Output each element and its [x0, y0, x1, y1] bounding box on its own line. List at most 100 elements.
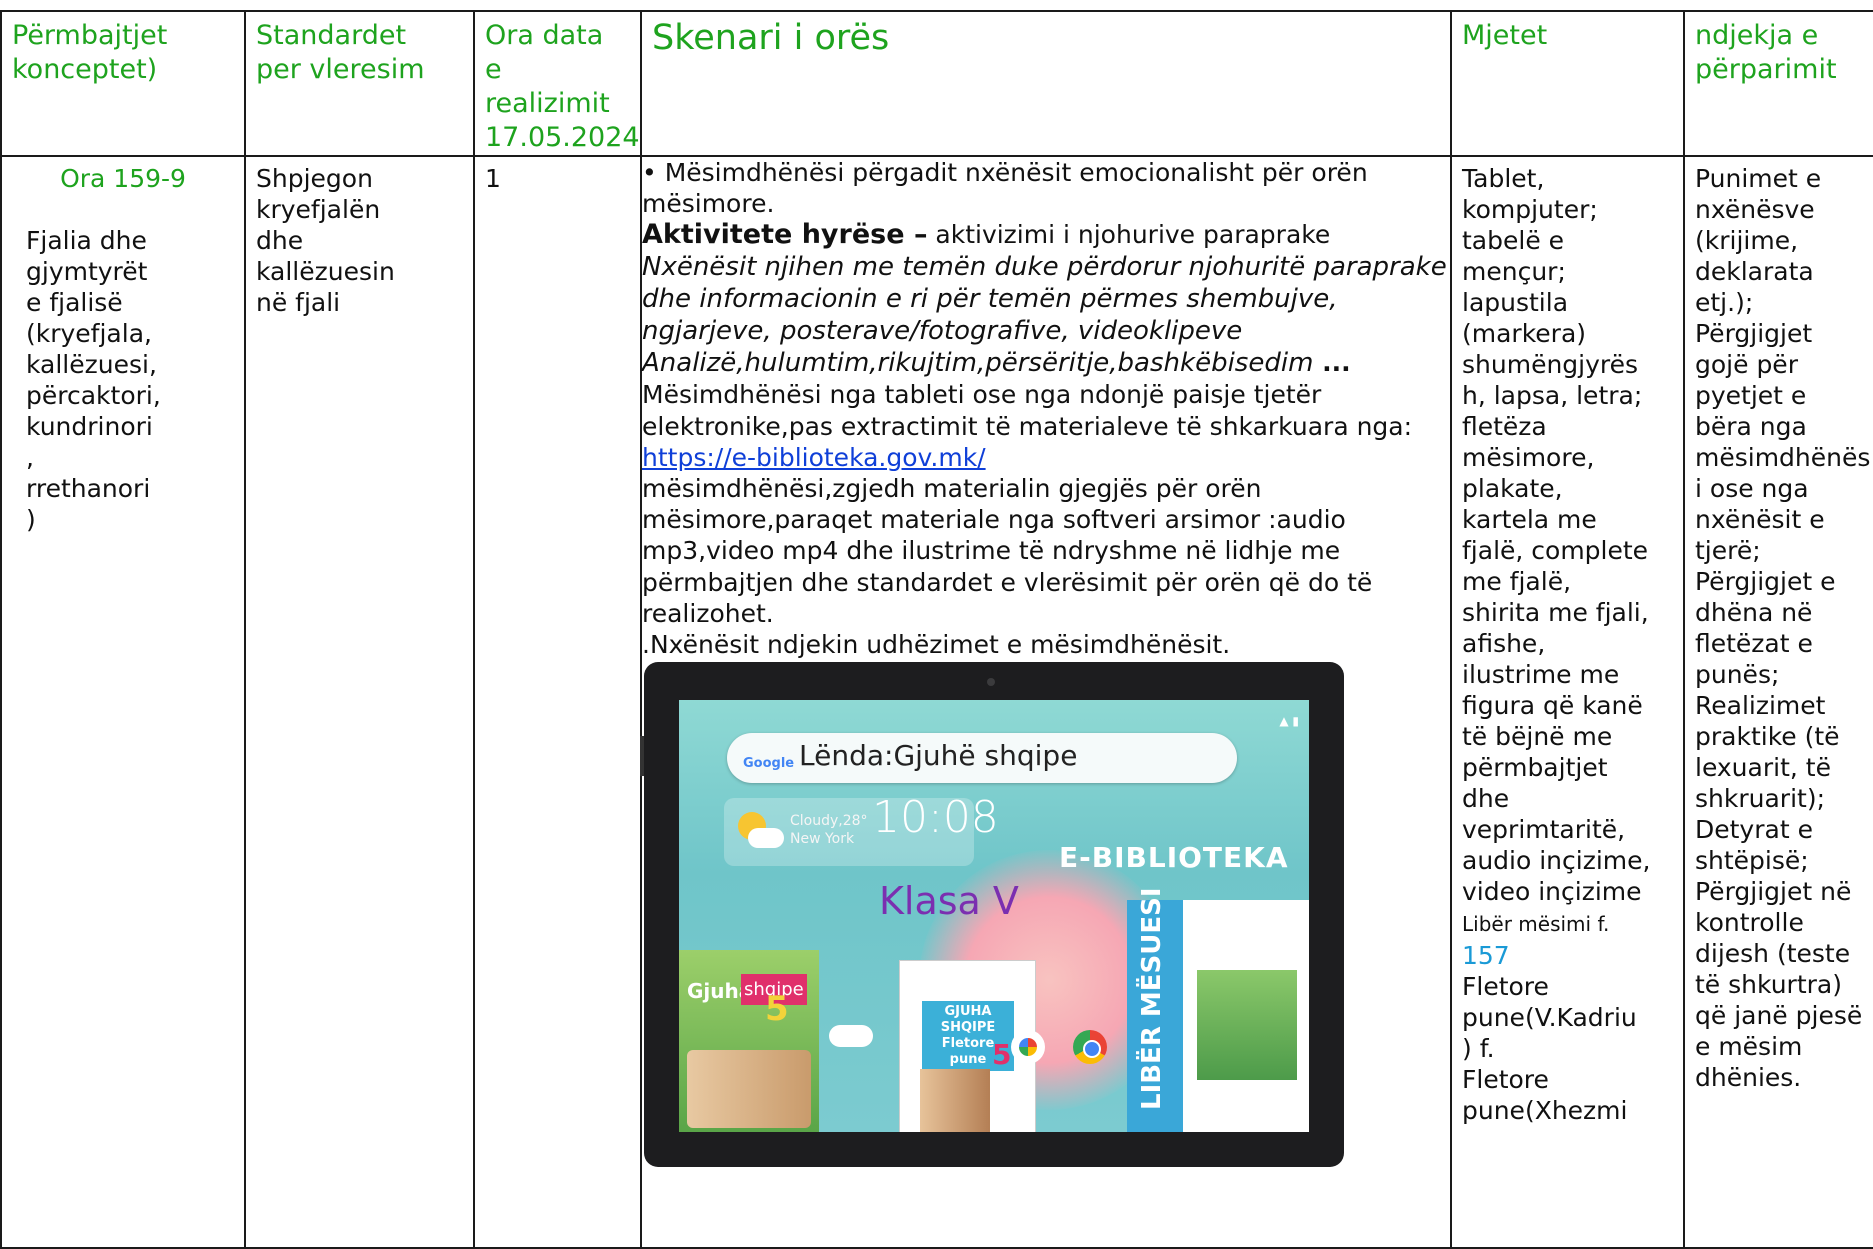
progress-line: praktike (të	[1695, 722, 1840, 751]
search-query: Lënda:Gjuhë shqipe	[799, 739, 1078, 773]
tools-cell: Tablet, kompjuter; tabelë e mençur; lapu…	[1450, 155, 1685, 1249]
tool-line: fjalë, complete	[1462, 536, 1649, 565]
header-date: Ora data e realizimit 17.05.2024	[473, 10, 642, 157]
header-content-concepts: Përmbajtjet konceptet)	[0, 10, 246, 157]
progress-line: Realizimet	[1695, 691, 1826, 720]
progress-cell: Punimet e nxënësve (krijime, deklarata e…	[1683, 155, 1873, 1249]
tool-line: fletëza	[1462, 412, 1547, 441]
content-line: kallëzuesi,	[26, 350, 157, 379]
weather-widget: Cloudy,28° New York 10:08	[724, 796, 999, 867]
progress-line: gojë për	[1695, 350, 1798, 379]
progress-line: që janë pjesë	[1695, 1001, 1863, 1030]
activity-title: Aktivitete hyrëse –	[642, 219, 928, 251]
progress-line: kontrolle	[1695, 908, 1804, 937]
tool-line: dhe	[1462, 784, 1510, 813]
tool-line: Tablet,	[1462, 164, 1545, 193]
content-line: gjymtyrët	[26, 257, 148, 286]
progress-line: deklarata	[1695, 257, 1814, 286]
google-logo: Google	[743, 756, 795, 772]
content-cell: Ora 159-9 Fjalia dhe gjymtyrët e fjalisë…	[0, 155, 246, 1249]
weather-city: New York	[790, 831, 855, 848]
header-text: Përmbajtjet	[12, 20, 168, 51]
search-bar: Google Lënda:Gjuhë shqipe	[727, 733, 1237, 784]
body-row: Ora 159-9 Fjalia dhe gjymtyrët e fjalisë…	[0, 155, 1873, 1249]
tool-line: mësimore,	[1462, 443, 1595, 472]
lesson-plan-table: Përmbajtjet konceptet) Standardet per vl…	[0, 10, 1873, 1249]
tool-line: me fjalë,	[1462, 567, 1572, 596]
tool-line: tabelë e	[1462, 226, 1565, 255]
progress-line: pyetjet e	[1695, 381, 1807, 410]
progress-line: Përgjigjet në	[1695, 877, 1852, 906]
header-tools: Mjetet	[1450, 10, 1685, 157]
scenario-intro: • Mësimdhënësi përgadit nxënësit emocion…	[642, 158, 1368, 219]
tool-line: h, lapsa, letra;	[1462, 381, 1643, 410]
progress-line: (krijime,	[1695, 226, 1799, 255]
content-line: rrethanori	[26, 474, 151, 503]
tool-line: shumëngjyrës	[1462, 350, 1639, 379]
scenario-text: Mësimdhënësi nga tableti ose nga ndonjë …	[642, 380, 1413, 441]
tool-line: ilustrime me	[1462, 660, 1620, 689]
scenario-cell: • Mësimdhënësi përgadit nxënësit emocion…	[640, 155, 1452, 1249]
progress-line: shtëpisë;	[1695, 846, 1809, 875]
progress-line: Detyrat e	[1695, 815, 1813, 844]
content-line: )	[26, 505, 36, 534]
progress-line: Përgjigjet e	[1695, 567, 1836, 596]
progress-line: nxënësit e	[1695, 505, 1825, 534]
standard-line: në fjali	[256, 288, 341, 317]
content-line: ,	[26, 443, 34, 472]
progress-line: fletëzat e	[1695, 629, 1813, 658]
progress-line: mësimdhënës	[1695, 443, 1871, 472]
tool-line: Fletore	[1462, 972, 1549, 1001]
progress-line: lexuarit, të	[1695, 753, 1831, 782]
progress-line: tjerë;	[1695, 536, 1761, 565]
progress-line: dhëna në	[1695, 598, 1813, 627]
progress-line: Përgjigjet	[1695, 319, 1813, 348]
progress-line: dhënies.	[1695, 1063, 1802, 1092]
standard-line: dhe	[256, 226, 304, 255]
progress-line: e mësim	[1695, 1032, 1803, 1061]
page-number: 157	[1462, 941, 1510, 970]
progress-line: Punimet e	[1695, 164, 1822, 193]
standard-line: kryefjalën	[256, 195, 381, 224]
progress-line: bëra nga	[1695, 412, 1807, 441]
book-title: LIBËR MËSUESI	[1137, 887, 1167, 1111]
tool-line: kompjuter;	[1462, 195, 1598, 224]
tool-line: (markera)	[1462, 319, 1587, 348]
scenario-text: mësimdhënësi,zgjedh materialin gjegjës p…	[642, 474, 1373, 628]
activity-subtitle: aktivizimi i njohurive paraprake	[927, 220, 1331, 250]
tool-line: audio inçizime,	[1462, 846, 1651, 875]
chrome-icon	[1073, 1030, 1107, 1065]
camera-icon	[987, 678, 995, 687]
tool-line: afishe,	[1462, 629, 1546, 658]
header-scenario: Skenari i orës	[640, 10, 1452, 157]
header-progress: ndjekja e përparimit	[1683, 10, 1873, 157]
tool-line: plakate,	[1462, 474, 1563, 503]
tool-line: kartela me	[1462, 505, 1597, 534]
tool-line: veprimtaritë,	[1462, 815, 1626, 844]
tool-line: të bëjnë me	[1462, 722, 1613, 751]
header-standards: Standardet per vleresim	[244, 10, 475, 157]
grade-number: 5	[992, 1038, 1012, 1072]
standard-line: kallëzuesin	[256, 257, 395, 286]
tool-line: pune(V.Kadriu	[1462, 1003, 1637, 1032]
app-icon	[829, 1025, 873, 1048]
tool-line: përmbajtjet	[1462, 753, 1608, 782]
tool-line: Libër mësimi f.	[1462, 912, 1610, 936]
content-line: përcaktori,	[26, 381, 161, 410]
progress-line: punës;	[1695, 660, 1780, 689]
progress-line: shkruarit);	[1695, 784, 1825, 813]
grade-number: 5	[765, 989, 789, 1030]
tool-line: ) f.	[1462, 1034, 1495, 1063]
content-line: kundrinori	[26, 412, 153, 441]
children-illustration	[920, 1069, 990, 1133]
header-text: ndjekja e	[1695, 20, 1819, 51]
header-text: Mjetet	[1462, 20, 1548, 51]
status-bar-icon: ▲ ▮	[1279, 714, 1299, 729]
e-biblioteka-logo: E-BIBLIOTEKA	[1059, 841, 1289, 875]
header-text: Skenari i orës	[652, 18, 890, 58]
tablet-image: ▲ ▮ Google Lënda:Gjuhë shqipe Cloudy,28°…	[640, 662, 1344, 1168]
e-biblioteka-link[interactable]: https://e-biblioteka.gov.mk/	[642, 443, 986, 472]
tablet-screen: ▲ ▮ Google Lënda:Gjuhë shqipe Cloudy,28°…	[679, 700, 1309, 1133]
class-label: Klasa V	[879, 879, 1019, 924]
hour-number: 1	[485, 164, 501, 193]
